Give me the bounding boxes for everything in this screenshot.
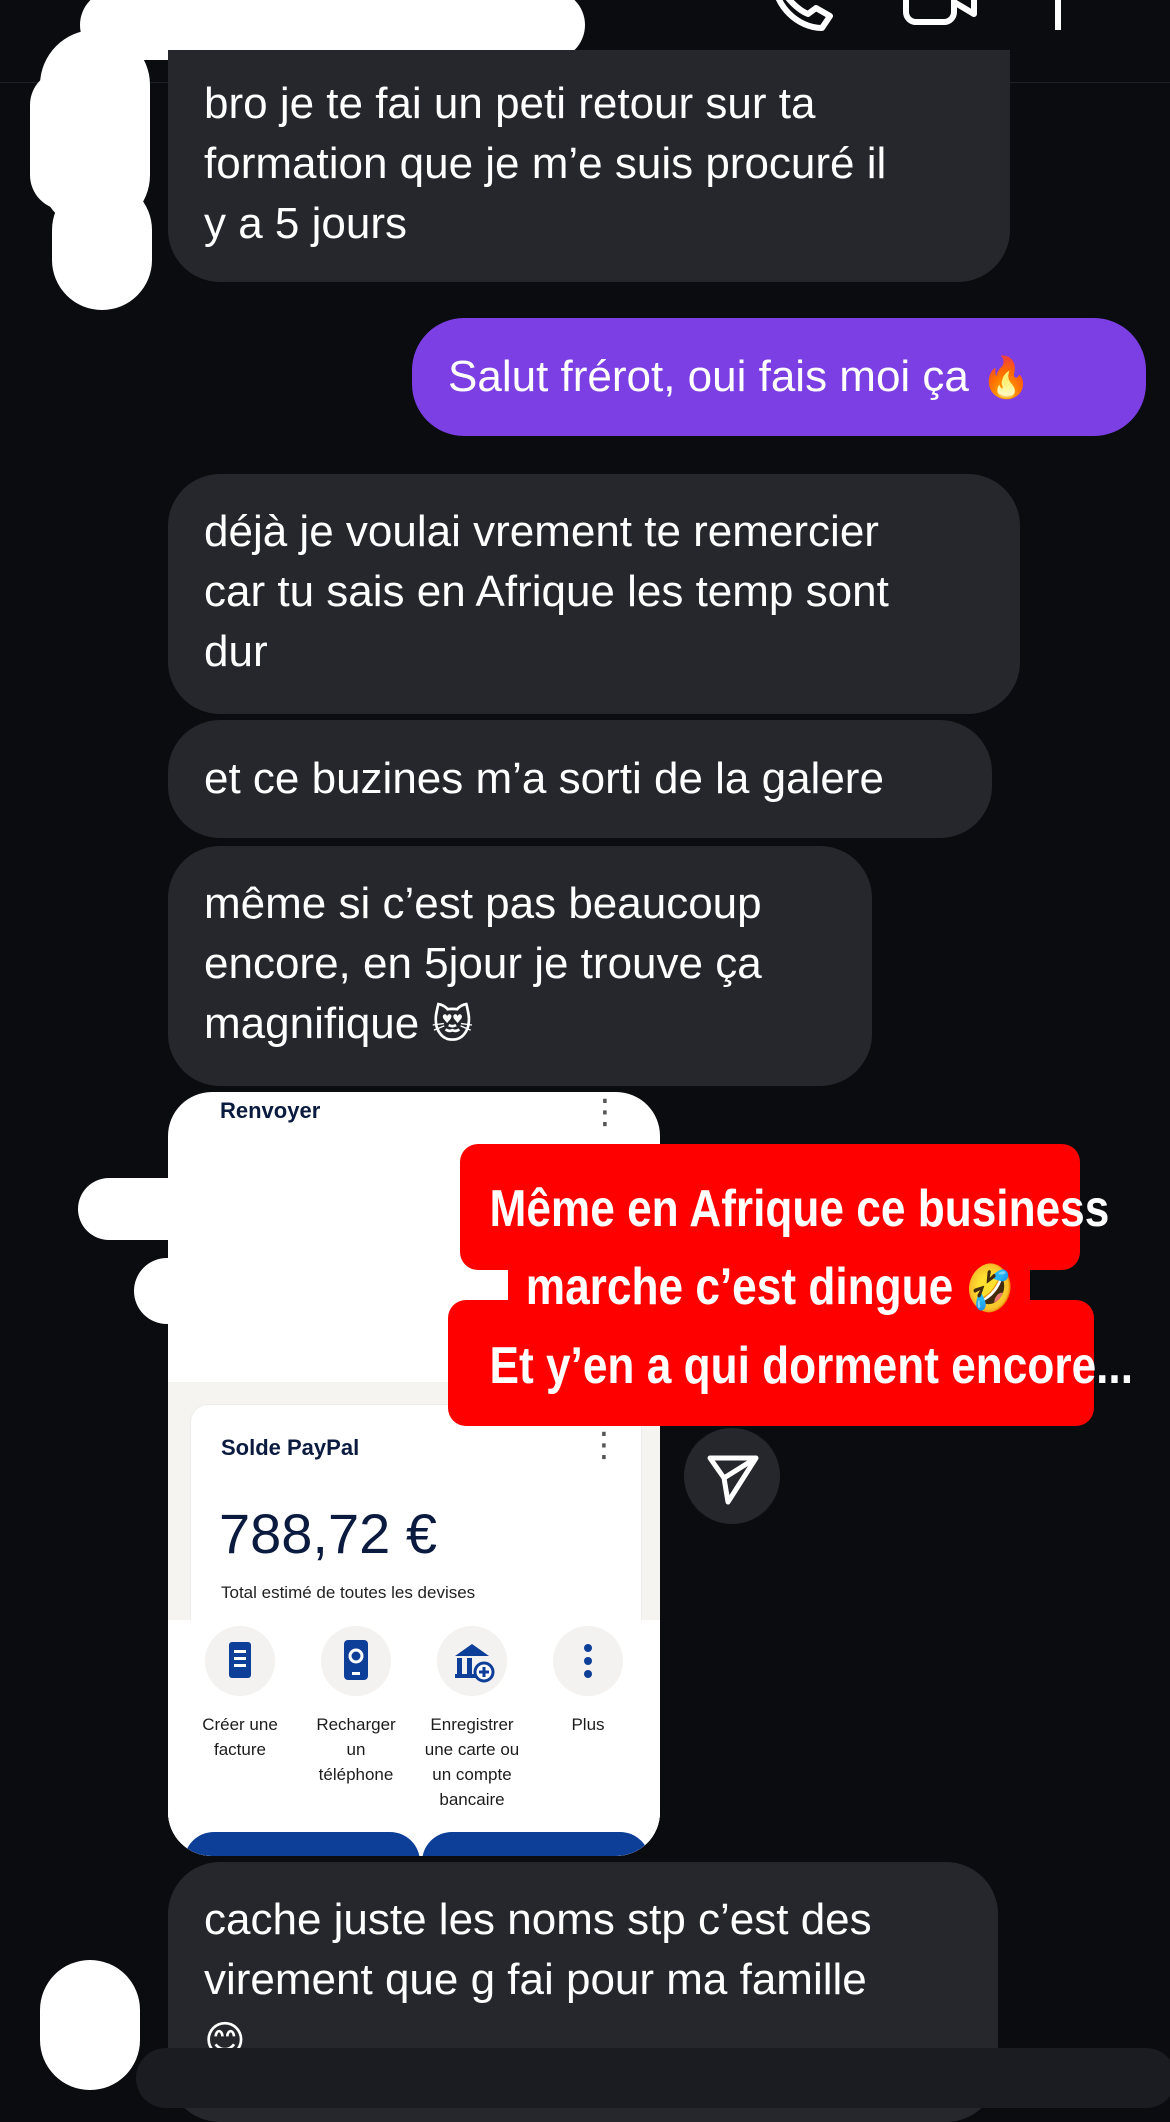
more-vertical-icon: ⋮ [587,1426,621,1464]
more-vertical-icon [553,1626,623,1696]
action-more: Plus [528,1620,648,1737]
action-label: facture [214,1740,266,1759]
invoice-icon [205,1626,275,1696]
message-bubble-received[interactable]: et ce buzines m’a sorti de la galere [168,720,992,838]
balance-amount: 788,72 € [219,1502,437,1565]
message-bubble-received[interactable]: déjà je voulai vrement te remercier car … [168,474,1020,714]
message-line: bro je te fai un peti retour sur ta [204,79,816,128]
action-label: une carte ou [424,1740,520,1759]
action-recharge-phone: Recharger un téléphone [296,1620,416,1787]
action-label: bancaire [439,1790,505,1809]
redacted-avatar [52,180,152,310]
redacted-avatar [40,1960,140,2090]
message-composer[interactable] [136,2048,1170,2108]
action-label: téléphone [318,1765,394,1784]
share-button[interactable] [684,1428,780,1524]
action-add-card: Enregistrer une carte ou un compte banca… [412,1620,532,1812]
redacted-name [134,1258,264,1324]
message-line: car tu sais en Afrique les temp sont [204,567,889,616]
balance-title: Solde PayPal [221,1435,360,1460]
message-line: même si c’est pas beaucoup [204,879,762,928]
heart-eyes-cat-emoji: 😻 [431,1002,474,1048]
message-line: cache juste les noms stp c’est des [204,1895,872,1944]
action-label: Recharger [316,1715,396,1734]
message-line: virement que g fai pour ma famille [204,1955,867,2004]
send-money-button [184,1832,420,1856]
overlay-line: Et y’en a qui dorment encore... [489,1337,1133,1395]
more-vertical-icon: ⋮ [588,1093,622,1131]
action-label: Plus [571,1715,605,1734]
fire-emoji: 🔥 [981,355,1031,401]
action-label: Créer une [202,1715,278,1734]
message-line: encore, en 5jour je trouve ça [204,939,762,988]
message-line: magnifique [204,999,420,1048]
quick-actions: Créer une facture Recharger un téléphone… [168,1620,660,1856]
message-line: et ce buzines m’a sorti de la galere [204,754,884,803]
message-line: déjà je voulai vrement te remercier [204,507,879,556]
message-line: dur [204,627,268,676]
action-label: un compte [432,1765,512,1784]
action-label: Enregistrer [430,1715,514,1734]
redacted-name [78,1178,218,1240]
bank-add-icon [437,1626,507,1696]
phone-recharge-icon [321,1626,391,1696]
send-icon [707,1455,759,1505]
flag-icon[interactable] [1050,0,1120,32]
message-line: formation que je m’e suis procuré il [204,139,887,188]
video-icon[interactable] [900,0,980,32]
message-bubble-sent[interactable]: Salut frérot, oui fais moi ça 🔥 [412,318,1146,436]
overlay-caption: Même en Afrique ce business marche c’est… [489,1170,1133,1405]
action-create-invoice: Créer une facture [180,1620,300,1762]
balance-note: Total estimé de toutes les devises [221,1583,476,1602]
phone-icon[interactable] [760,0,840,32]
request-money-button [422,1832,650,1856]
message-text: Salut frérot, oui fais moi ça [448,352,969,401]
message-line: y a 5 jours [204,199,407,248]
message-bubble-received[interactable]: bro je te fai un peti retour sur ta form… [168,50,1010,282]
overlay-line: Même en Afrique ce business [489,1180,1110,1238]
action-label: un [346,1740,366,1759]
screenshot-header: Renvoyer [220,1098,321,1123]
overlay-line: marche c’est dingue [525,1258,954,1316]
message-bubble-received[interactable]: même si c’est pas beaucoup encore, en 5j… [168,846,872,1086]
rolling-laughing-emoji: 🤣 [965,1261,1015,1315]
